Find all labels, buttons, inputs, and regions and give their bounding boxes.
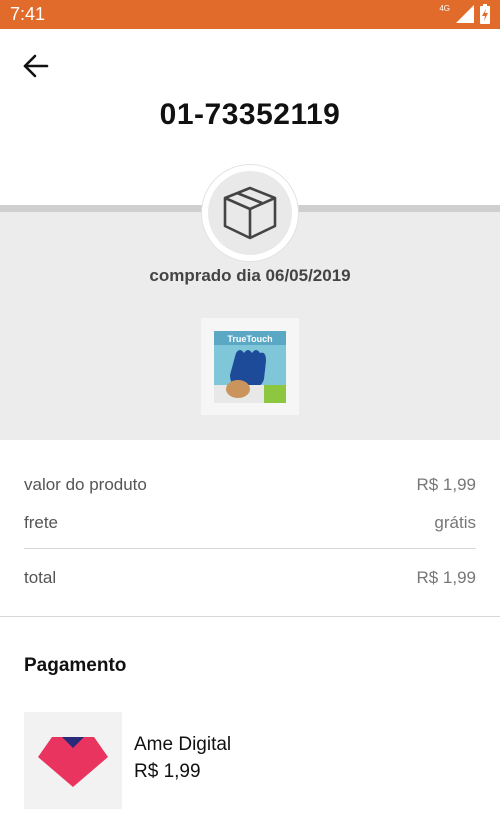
box-icon — [223, 186, 277, 240]
product-value-row: valor do produto R$ 1,99 — [24, 475, 476, 495]
box-status-inner — [208, 171, 292, 255]
status-time: 7:41 — [10, 4, 46, 24]
order-number: 01-73352119 — [159, 98, 341, 131]
status-icons: 4G — [439, 4, 490, 24]
shipping-label: frete — [24, 513, 59, 532]
box-status-badge — [202, 165, 298, 261]
ame-logo-icon — [38, 736, 108, 787]
summary-divider — [24, 548, 476, 549]
product-thumbnail[interactable]: TrueTouch — [201, 318, 299, 415]
total-value: R$ 1,99 — [416, 568, 476, 587]
product-value: R$ 1,99 — [416, 475, 476, 494]
shipping-row: frete grátis — [24, 513, 476, 533]
arrow-left-icon — [23, 54, 49, 78]
battery-icon — [480, 4, 490, 24]
purchase-date: comprado dia 06/05/2019 — [149, 266, 351, 285]
payment-method-logo — [24, 712, 122, 809]
back-button[interactable] — [18, 50, 54, 84]
payment-section-title: Pagamento — [24, 655, 127, 676]
section-divider — [0, 616, 500, 617]
total-row: total R$ 1,99 — [24, 568, 476, 588]
product-image: TrueTouch — [214, 330, 286, 403]
shipping-value: grátis — [434, 513, 476, 532]
payment-amount: R$ 1,99 — [134, 761, 201, 782]
product-image-label: TrueTouch — [227, 334, 272, 344]
payment-method-name: Ame Digital — [134, 734, 232, 755]
network-type: 4G — [439, 4, 450, 13]
total-label: total — [24, 568, 57, 587]
signal-icon — [456, 5, 474, 23]
status-bar: 7:41 4G — [0, 0, 500, 29]
product-value-label: valor do produto — [24, 475, 147, 494]
